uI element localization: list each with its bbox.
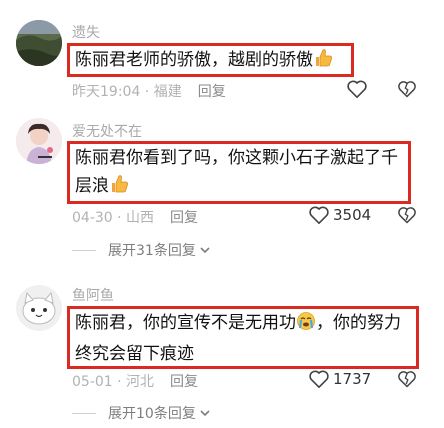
- divider: [72, 249, 96, 251]
- expand-replies-label: 展开31条回复: [108, 243, 196, 259]
- crying-face-icon: [296, 311, 316, 340]
- like-count: 3504: [333, 206, 372, 224]
- dislike-button[interactable]: [397, 79, 417, 103]
- comment-text-highlighted: 陈丽君，你的宣传不是无用功 ，你的努力终究会留下痕迹: [67, 306, 419, 369]
- heart-icon: [347, 80, 367, 98]
- heart-icon: [309, 206, 329, 224]
- expand-replies-button[interactable]: 展开10条回复: [72, 403, 211, 423]
- comment-meta: 昨天19:04 · 福建 回复: [72, 84, 226, 100]
- expand-replies-label: 展开10条回复: [108, 406, 196, 422]
- reply-button[interactable]: 回复: [170, 210, 198, 226]
- like-count: 1737: [333, 370, 372, 388]
- reply-button[interactable]: 回复: [170, 374, 198, 390]
- chevron-down-icon: [200, 410, 210, 417]
- like-button[interactable]: 1737: [308, 369, 371, 389]
- like-button[interactable]: 3504: [308, 205, 371, 225]
- thumbs-up-icon: [313, 48, 333, 77]
- comment-text-highlighted: 陈丽君你看到了吗，你这颗小石子激起了千层浪: [67, 141, 411, 204]
- comment-text-highlighted: 陈丽君老师的骄傲，越剧的骄傲: [67, 43, 354, 77]
- broken-heart-icon: [398, 371, 416, 388]
- comment-location: 福建: [153, 84, 182, 100]
- username[interactable]: 遗失: [72, 22, 100, 42]
- chevron-down-icon: [200, 247, 210, 254]
- dislike-button[interactable]: [397, 205, 417, 229]
- heart-icon: [309, 370, 329, 388]
- comment-time: 昨天19:04: [72, 84, 141, 100]
- divider: [72, 412, 96, 414]
- comment-text: 陈丽君老师的骄傲，越剧的骄傲: [75, 50, 313, 70]
- broken-heart-icon: [398, 81, 416, 98]
- comment-location: 河北: [126, 374, 155, 390]
- thumbs-up-icon: [109, 174, 129, 203]
- comment-location: 山西: [126, 210, 155, 226]
- reply-button[interactable]: 回复: [198, 84, 226, 100]
- avatar[interactable]: [16, 118, 62, 164]
- expand-replies-button[interactable]: 展开31条回复: [72, 240, 211, 260]
- username[interactable]: 鱼阿鱼: [72, 285, 114, 305]
- username[interactable]: 爱无处不在: [72, 121, 142, 141]
- comment-text-part1: 陈丽君，你的宣传不是无用功: [75, 313, 296, 333]
- broken-heart-icon: [398, 207, 416, 224]
- comment-meta: 04-30 · 山西 回复: [72, 210, 199, 226]
- comment-time: 04-30: [72, 210, 113, 226]
- avatar[interactable]: [16, 20, 62, 66]
- comment-meta: 05-01 · 河北 回复: [72, 374, 199, 390]
- comment-time: 05-01: [72, 374, 113, 390]
- dislike-button[interactable]: [397, 369, 417, 393]
- like-button[interactable]: [346, 79, 368, 99]
- avatar[interactable]: [16, 285, 62, 331]
